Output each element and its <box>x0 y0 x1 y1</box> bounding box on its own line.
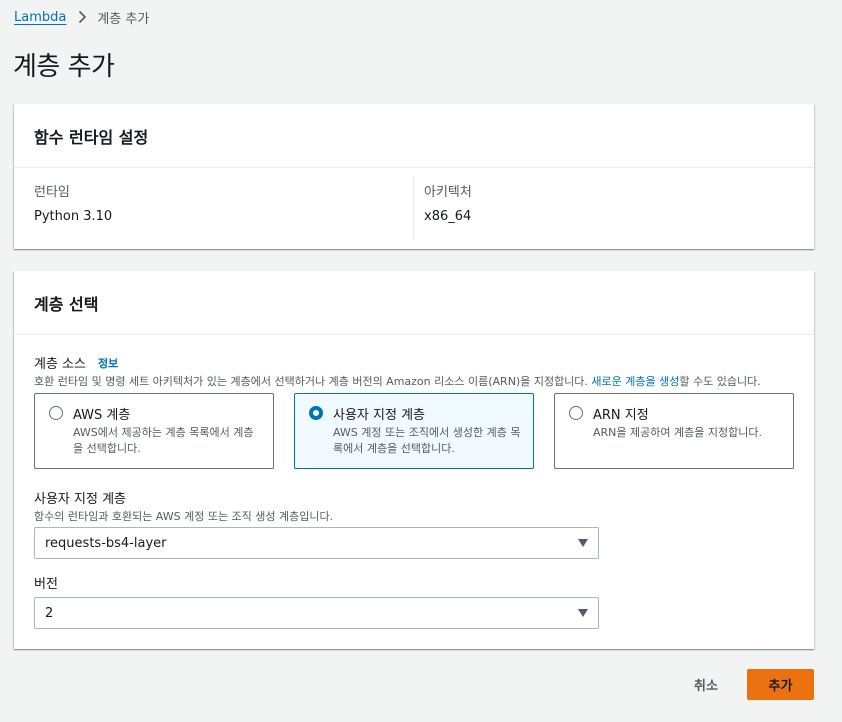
tile-description: ARN을 제공하여 계층을 지정합니다. <box>593 426 762 439</box>
tile-title: ARN 지정 <box>593 408 649 423</box>
custom-layer-description: 함수의 런타임과 호환되는 AWS 계정 또는 조직 생성 계층입니다. <box>34 510 334 523</box>
version-select[interactable]: 2 <box>34 597 599 629</box>
runtime-settings-panel: 함수 런타임 설정 런타임 Python 3.10 아키텍처 x86_64 <box>14 104 814 249</box>
layer-source-label: 계층 소스 정보 <box>34 353 118 373</box>
info-link[interactable]: 정보 <box>98 355 118 371</box>
page-title: 계층 추가 <box>13 52 115 82</box>
runtime-value: Python 3.10 <box>34 209 113 224</box>
runtime-panel-title: 함수 런타임 설정 <box>14 104 814 168</box>
cancel-button[interactable]: 취소 <box>680 669 732 700</box>
breadcrumb-lambda-link[interactable]: Lambda <box>14 10 66 25</box>
architecture-field: 아키텍처 x86_64 <box>424 184 472 226</box>
caret-down-icon <box>578 609 588 617</box>
layer-select-panel: 계층 선택 계층 소스 정보 호환 런타임 및 명령 세트 아키텍처가 있는 계… <box>14 271 814 649</box>
source-desc-suffix: 할 수도 있습니다. <box>679 375 761 388</box>
version-label: 버전 <box>34 577 58 592</box>
tile-title: 사용자 지정 계층 <box>333 408 425 423</box>
source-desc-text: 호환 런타임 및 명령 세트 아키텍처가 있는 계층에서 선택하거나 계층 버전… <box>34 375 592 388</box>
caret-down-icon <box>578 539 588 547</box>
tile-description: AWS 계정 또는 조직에서 생성한 계층 목록에서 계층을 선택합니다. <box>333 426 521 455</box>
divider <box>413 176 414 240</box>
tile-custom-layers[interactable]: 사용자 지정 계층 AWS 계정 또는 조직에서 생성한 계층 목록에서 계층을… <box>294 393 534 469</box>
radio-custom-layers[interactable] <box>309 406 323 420</box>
layer-source-description: 호환 런타임 및 명령 세트 아키텍처가 있는 계층에서 선택하거나 계층 버전… <box>34 373 761 389</box>
breadcrumb-current: 계층 추가 <box>97 11 150 27</box>
architecture-value: x86_64 <box>424 209 472 224</box>
add-button[interactable]: 추가 <box>747 669 814 700</box>
tile-aws-layers[interactable]: AWS 계층 AWS에서 제공하는 계층 목록에서 계층을 선택합니다. <box>34 393 274 469</box>
tile-title: AWS 계층 <box>73 408 131 423</box>
tile-description: AWS에서 제공하는 계층 목록에서 계층을 선택합니다. <box>73 426 254 455</box>
custom-layer-value: requests-bs4-layer <box>45 535 167 551</box>
runtime-label: 런타임 <box>34 185 70 200</box>
tile-specify-arn[interactable]: ARN 지정 ARN을 제공하여 계층을 지정합니다. <box>554 393 794 469</box>
runtime-field: 런타임 Python 3.10 <box>34 184 112 226</box>
custom-layer-select[interactable]: requests-bs4-layer <box>34 527 599 559</box>
layer-panel-title: 계층 선택 <box>14 271 814 335</box>
radio-aws-layers[interactable] <box>49 406 63 420</box>
chevron-right-icon <box>78 10 87 24</box>
radio-specify-arn[interactable] <box>569 406 583 420</box>
create-layer-link[interactable]: 새로운 계층을 생성 <box>591 375 679 388</box>
architecture-label: 아키텍처 <box>424 185 472 200</box>
version-value: 2 <box>45 605 54 621</box>
layer-source-label-text: 계층 소스 <box>34 357 86 372</box>
breadcrumb: Lambda 계층 추가 <box>14 7 149 27</box>
custom-layer-label: 사용자 지정 계층 <box>34 492 126 507</box>
